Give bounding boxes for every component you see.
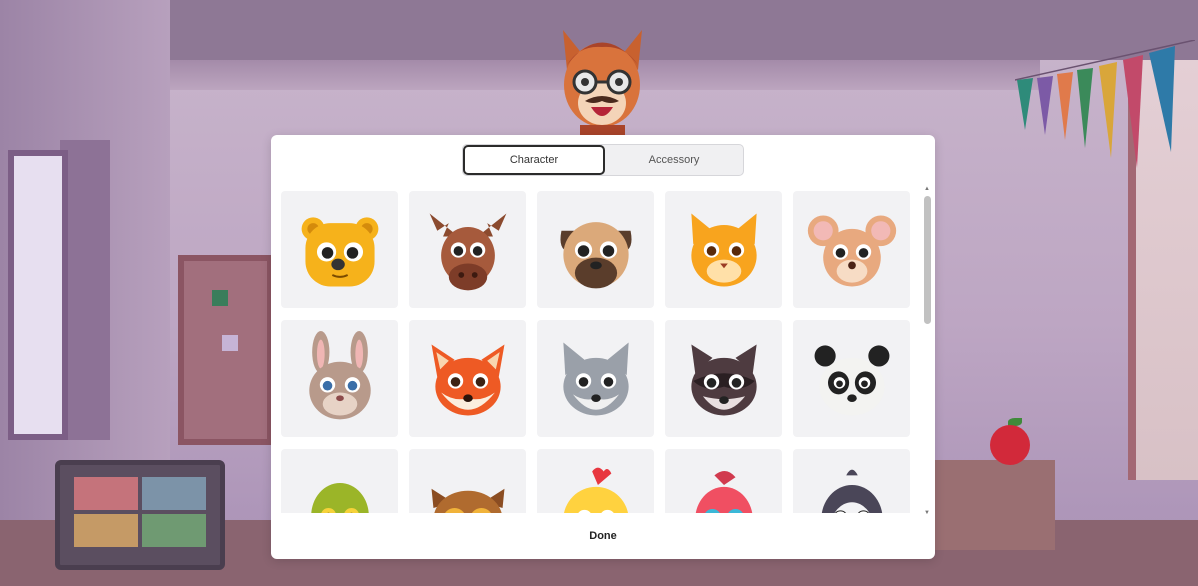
turtle-icon: [310, 482, 369, 513]
character-grid-viewport: [281, 191, 923, 513]
teacher-avatar: [563, 30, 642, 137]
mouse-icon: [807, 214, 896, 286]
panda-icon: [814, 344, 889, 415]
done-button[interactable]: Done: [271, 516, 935, 556]
chick-icon: [563, 467, 628, 513]
character-fox[interactable]: [409, 320, 526, 437]
character-raccoon[interactable]: [665, 320, 782, 437]
owl-icon: [431, 488, 504, 513]
raccoon-icon: [690, 343, 757, 415]
left-window: [8, 150, 68, 440]
tab-accessory[interactable]: Accessory: [605, 145, 743, 175]
bear-icon: [301, 216, 378, 286]
character-chick[interactable]: [537, 449, 654, 513]
moose-icon: [429, 213, 506, 290]
character-penguin[interactable]: [793, 449, 910, 513]
character-wolf[interactable]: [537, 320, 654, 437]
character-picker-modal: Character Accessory ▲ ▼ Done: [271, 135, 935, 559]
pug-icon: [559, 221, 632, 288]
shelf: [935, 460, 1055, 550]
character-rabbit[interactable]: [281, 320, 398, 437]
bird-icon: [695, 470, 752, 513]
character-bird[interactable]: [665, 449, 782, 513]
rabbit-icon: [308, 330, 371, 419]
character-owl[interactable]: [409, 449, 526, 513]
character-cat[interactable]: [665, 191, 782, 308]
tab-character[interactable]: Character: [463, 145, 605, 175]
character-bear[interactable]: [281, 191, 398, 308]
character-grid: [281, 191, 923, 513]
bunting-flags: [1015, 40, 1195, 168]
scroll-thumb[interactable]: [924, 196, 931, 324]
character-panda[interactable]: [793, 320, 910, 437]
tab-switcher: Character Accessory: [462, 144, 744, 176]
fox-icon: [431, 343, 504, 415]
character-mouse[interactable]: [793, 191, 910, 308]
sticky-note-green: [212, 290, 228, 306]
character-turtle[interactable]: [281, 449, 398, 513]
character-pug[interactable]: [537, 191, 654, 308]
penguin-icon: [821, 469, 882, 513]
cat-icon: [690, 213, 757, 286]
sticky-note-lilac: [222, 335, 238, 351]
laptop-illustration: [55, 460, 225, 570]
character-moose[interactable]: [409, 191, 526, 308]
apple-icon: [990, 425, 1030, 465]
wolf-icon: [562, 342, 629, 415]
scroll-up-arrow-icon[interactable]: ▲: [924, 186, 930, 192]
grid-scrollbar[interactable]: ▲ ▼: [922, 186, 932, 516]
